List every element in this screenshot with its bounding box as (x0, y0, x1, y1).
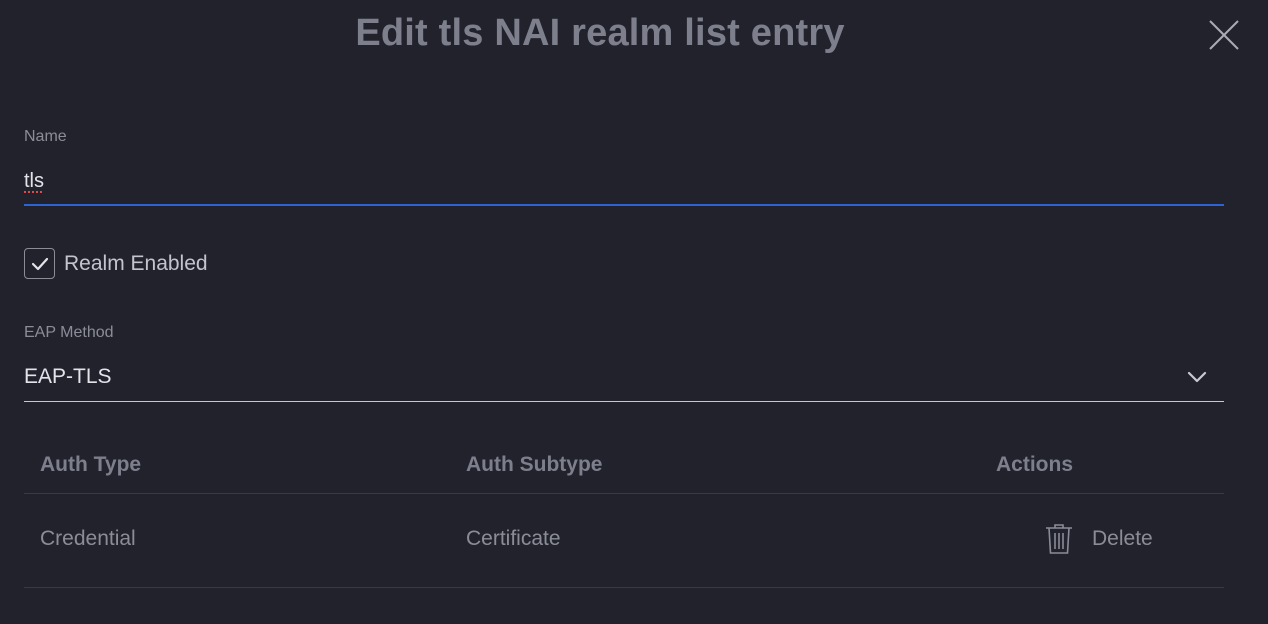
cell-auth-type: Credential (40, 527, 136, 550)
checkbox-box[interactable] (24, 248, 55, 279)
header-actions: Actions (996, 453, 1074, 476)
eap-method-select[interactable]: EAP-TLS (24, 352, 1224, 402)
close-button[interactable] (1206, 17, 1242, 53)
cell-auth-subtype: Certificate (466, 527, 561, 550)
trash-icon[interactable] (1044, 523, 1074, 555)
delete-button[interactable]: Delete (1044, 523, 1153, 555)
name-label: Name (24, 128, 67, 145)
table-row: Credential Certificate Delete (24, 494, 1224, 588)
delete-label: Delete (1092, 527, 1153, 550)
checkmark-icon (31, 257, 48, 270)
table-header: Auth Type Auth Subtype Actions (24, 434, 1224, 494)
chevron-down-icon[interactable] (1186, 370, 1208, 384)
header-auth-type: Auth Type (40, 453, 142, 476)
header-auth-subtype: Auth Subtype (466, 453, 603, 476)
dialog-title: Edit tls NAI realm list entry (355, 12, 845, 54)
realm-enabled-label: Realm Enabled (64, 251, 208, 275)
name-input[interactable] (24, 158, 1224, 206)
close-icon[interactable] (1206, 17, 1242, 53)
auth-table: Auth Type Auth Subtype Actions Credentia… (24, 434, 1224, 588)
realm-enabled-checkbox[interactable]: Realm Enabled (24, 248, 208, 279)
eap-method-value: EAP-TLS (24, 364, 112, 388)
eap-method-label: EAP Method (24, 324, 114, 341)
